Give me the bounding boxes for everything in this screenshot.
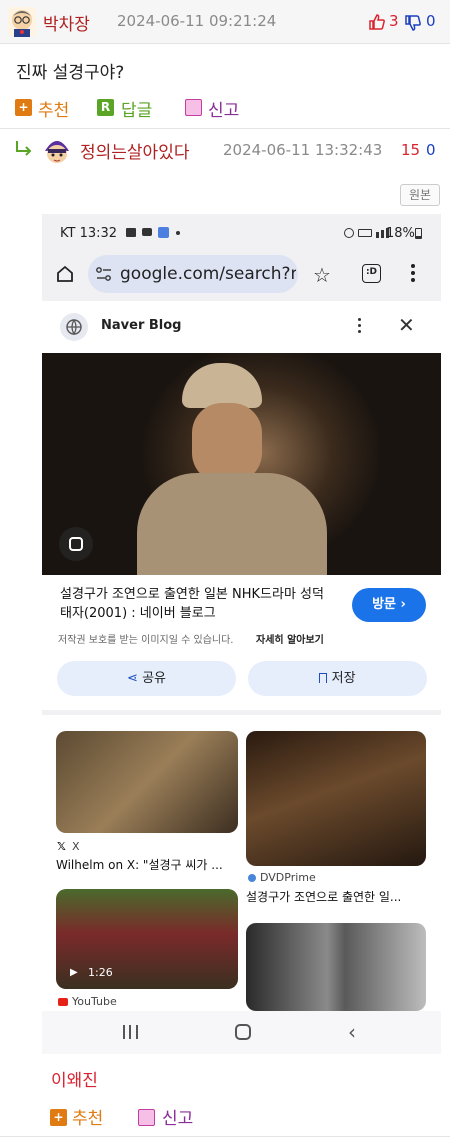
home-button-icon[interactable] [235, 1024, 251, 1040]
report-icon[interactable] [185, 99, 202, 116]
avatar [8, 7, 36, 37]
recent-apps-icon[interactable] [123, 1025, 138, 1039]
result-image[interactable] [42, 353, 441, 575]
dislike-count: 0 [426, 141, 436, 159]
plus-icon[interactable]: + [50, 1109, 67, 1126]
back-icon[interactable]: ‹ [348, 1020, 356, 1044]
status-icons [344, 228, 392, 238]
save-label: 저장 [331, 671, 356, 686]
image-result-card: Naver Blog ✕ 설경구가 조연으로 출연한 일본 NHK드라마 성덕태… [42, 301, 441, 710]
thumbs-up-icon[interactable] [368, 13, 386, 31]
result-title[interactable]: 설경구가 조연으로 출연한 일... [246, 888, 401, 905]
site-settings-icon[interactable] [96, 267, 112, 281]
play-icon: ▶ [70, 967, 78, 978]
home-icon[interactable] [55, 264, 75, 284]
reply-icon[interactable]: R [97, 99, 114, 116]
android-nav-bar: ‹ [42, 1011, 441, 1054]
dvdprime-icon [248, 874, 256, 882]
result-title[interactable]: Wilhelm on X: "설경구 씨가 ... [56, 856, 223, 873]
battery-icon [415, 228, 422, 239]
card-source[interactable]: Naver Blog [101, 318, 181, 333]
report-button[interactable]: 신고 [162, 1104, 193, 1129]
like-count: 3 [389, 12, 399, 30]
tabs-button[interactable]: :D [362, 264, 381, 283]
comment-author[interactable]: 박차장 [43, 10, 90, 35]
result-source: DVDPrime [260, 871, 316, 884]
recommend-button[interactable]: 추천 [72, 1104, 103, 1129]
reply-signature: 이왜진 [51, 1071, 98, 1091]
copyright-notice: 저작권 보호를 받는 이미지일 수 있습니다. [58, 635, 234, 646]
share-icon: ⋖ [127, 671, 138, 686]
card-title[interactable]: 설경구가 조연으로 출연한 일본 NHK드라마 성덕태자(2001) : 네이버… [60, 585, 332, 623]
result-thumbnail[interactable] [246, 731, 426, 866]
dislike-count: 0 [426, 12, 436, 30]
avatar [42, 135, 72, 167]
notification-icons [126, 227, 180, 239]
result-thumbnail[interactable] [246, 923, 426, 1011]
card-menu-icon[interactable] [358, 318, 362, 334]
related-results: 𝕏 X Wilhelm on X: "설경구 씨가 ... DVDPrime 설… [42, 715, 441, 1011]
like-count: 15 [401, 141, 421, 159]
star-icon[interactable]: ☆ [313, 263, 331, 287]
reply-arrow-icon [16, 141, 32, 156]
more-menu-icon[interactable] [411, 264, 415, 282]
result-source: X [72, 840, 80, 853]
report-button[interactable]: 신고 [208, 96, 239, 121]
phone-screenshot: KT 13:32 18% google.com/search?ne ☆ :D N… [42, 214, 441, 1054]
share-label: 공유 [142, 671, 166, 686]
status-time: KT 13:32 [60, 226, 118, 241]
reply-author[interactable]: 정의는살아있다 [80, 138, 189, 163]
recommend-button[interactable]: 추천 [38, 96, 69, 121]
visit-label: 방문 [372, 597, 397, 612]
url-text[interactable]: google.com/search?ne [120, 264, 296, 284]
result-thumbnail[interactable] [56, 731, 238, 833]
close-icon[interactable]: ✕ [398, 313, 415, 337]
divider [0, 128, 450, 129]
lens-icon[interactable] [59, 527, 93, 561]
comment-body: 진짜 설경구야? [16, 63, 125, 83]
learn-more-link[interactable]: 자세히 알아보기 [256, 631, 324, 646]
x-icon: 𝕏 [57, 840, 66, 853]
report-icon[interactable] [138, 1109, 155, 1126]
divider [0, 1136, 450, 1137]
original-image-button[interactable]: 원본 [400, 184, 440, 206]
reply-button[interactable]: 답글 [121, 96, 152, 121]
battery-level: 18% [386, 226, 415, 241]
bookmark-icon [319, 673, 328, 683]
share-button[interactable]: ⋖ 공유 [57, 661, 236, 696]
globe-icon [60, 313, 88, 341]
plus-icon[interactable]: + [15, 99, 32, 116]
video-duration: 1:26 [88, 966, 113, 979]
comment-header: 박차장 2024-06-11 09:21:24 3 0 [0, 0, 450, 44]
save-button[interactable]: 저장 [248, 661, 427, 696]
visit-button[interactable]: 방문 › [352, 588, 426, 622]
result-thumbnail[interactable]: ▶ 1:26 [56, 889, 238, 989]
url-bar[interactable]: google.com/search?ne [88, 255, 298, 293]
thumbs-down-icon[interactable] [404, 14, 422, 32]
reply-date: 2024-06-11 13:32:43 [223, 141, 383, 159]
comment-date: 2024-06-11 09:21:24 [117, 12, 277, 30]
youtube-icon [58, 998, 68, 1006]
result-source: YouTube [72, 995, 117, 1008]
